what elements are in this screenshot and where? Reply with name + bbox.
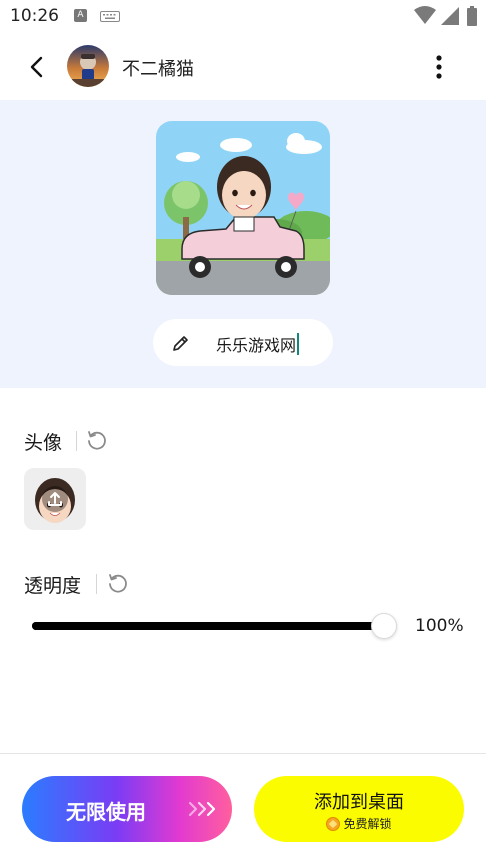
wifi-icon xyxy=(414,6,436,24)
name-text[interactable]: 乐乐游戏网 xyxy=(216,332,300,356)
status-bar: 10:26 A xyxy=(0,0,486,34)
unlimited-use-label: 无限使用 xyxy=(66,800,146,824)
avatar-section-label: 头像 xyxy=(24,432,63,454)
opacity-section-label: 透明度 xyxy=(24,575,82,597)
text-caret xyxy=(297,333,300,355)
add-to-desktop-button[interactable]: 添加到桌面 免费解锁 xyxy=(254,776,464,842)
opacity-slider[interactable] xyxy=(32,611,398,641)
unlimited-use-button[interactable]: 无限使用 xyxy=(22,776,232,842)
app-header: 不二橘猫 xyxy=(0,34,486,100)
slider-thumb[interactable] xyxy=(371,613,397,639)
preview-image xyxy=(156,121,330,295)
keyboard-icon xyxy=(100,11,120,22)
pencil-icon[interactable] xyxy=(171,333,191,353)
reset-icon[interactable] xyxy=(106,571,130,595)
battery-icon xyxy=(467,6,477,26)
preview-area: 乐乐游戏网 xyxy=(0,100,486,388)
opacity-value: 100% xyxy=(415,616,464,636)
triple-chevron-right-icon xyxy=(188,801,216,817)
signal-icon xyxy=(441,7,459,25)
more-vertical-icon[interactable] xyxy=(424,50,454,84)
add-to-desktop-label: 添加到桌面 xyxy=(314,792,404,813)
status-time: 10:26 xyxy=(10,6,59,26)
slider-fill xyxy=(32,622,384,630)
coin-icon xyxy=(326,817,341,831)
reset-icon[interactable] xyxy=(85,428,109,452)
upload-icon xyxy=(48,492,62,506)
a-notification-icon: A xyxy=(74,9,87,22)
avatar[interactable] xyxy=(67,45,109,87)
free-unlock-label: 免费解锁 xyxy=(254,815,464,832)
name-input[interactable]: 乐乐游戏网 xyxy=(153,319,333,366)
label-divider xyxy=(96,574,97,594)
back-arrow-icon[interactable] xyxy=(22,52,52,82)
header-title: 不二橘猫 xyxy=(122,59,194,80)
label-divider xyxy=(76,431,77,451)
bottom-divider xyxy=(0,753,486,754)
avatar-upload-thumb[interactable] xyxy=(24,468,86,530)
